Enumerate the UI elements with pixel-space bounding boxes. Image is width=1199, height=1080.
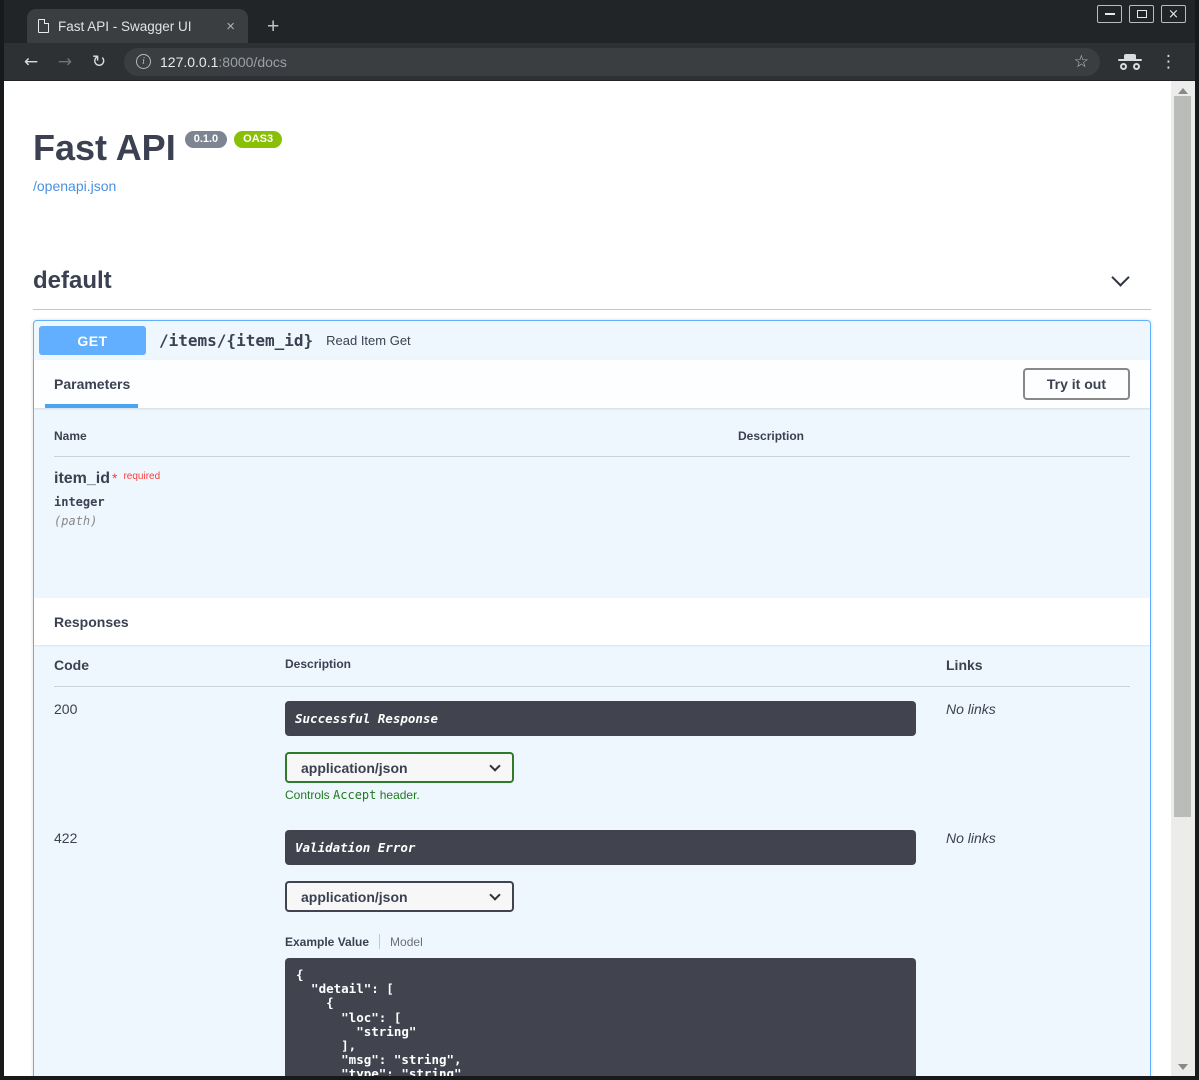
parameter-location: (path) — [54, 514, 1130, 528]
media-type-value: application/json — [301, 889, 408, 905]
column-header-name: Name — [54, 429, 738, 443]
media-type-select[interactable]: application/json — [285, 752, 514, 783]
close-icon: × — [1168, 8, 1179, 21]
url-text[interactable]: 127.0.0.1:8000/docs — [160, 54, 1065, 70]
column-header-links: Links — [946, 657, 1130, 673]
browser-toolbar: ← → ↻ i 127.0.0.1:8000/docs ☆ ⋮ — [4, 43, 1195, 81]
bookmark-star-icon[interactable]: ☆ — [1074, 52, 1089, 72]
parameter-row: item_id*required integer (path) — [54, 457, 1130, 528]
api-title: Fast API — [33, 130, 176, 166]
browser-tab[interactable]: Fast API - Swagger UI × — [27, 9, 248, 43]
example-json-text: { "detail": [ { "loc": [ "string" ], "ms… — [296, 968, 906, 1076]
tab-separator — [379, 934, 380, 949]
reload-button[interactable]: ↻ — [84, 47, 114, 77]
response-code: 200 — [54, 701, 285, 802]
column-header-description: Description — [285, 657, 946, 673]
tag-divider — [33, 309, 1151, 310]
response-row-422: 422 Validation Error application/json Ex… — [54, 816, 1130, 1076]
media-type-select[interactable]: application/json — [285, 881, 514, 912]
select-chevron-down-icon — [489, 889, 500, 900]
forward-button[interactable]: → — [50, 47, 80, 77]
model-example-tabs: Example Value Model — [285, 934, 946, 949]
minimize-button[interactable] — [1097, 5, 1122, 23]
parameter-type: integer — [54, 495, 1130, 509]
scroll-down-arrow[interactable] — [1171, 1059, 1195, 1074]
incognito-icon — [1118, 53, 1142, 71]
parameter-name: item_id — [54, 470, 110, 487]
browser-window: Fast API - Swagger UI × + × ← → ↻ i 127.… — [0, 0, 1199, 1080]
column-header-description: Description — [738, 429, 1130, 443]
required-label: required — [117, 471, 160, 482]
page-scrollbar[interactable] — [1171, 81, 1195, 1076]
parameters-section-header: Parameters Try it out — [34, 360, 1150, 408]
address-bar[interactable]: i 127.0.0.1:8000/docs ☆ — [124, 48, 1100, 76]
url-host: 127.0.0.1 — [160, 54, 218, 70]
response-code: 422 — [54, 830, 285, 1076]
operation-path: /items/{item_id} — [146, 331, 323, 350]
tab-title: Fast API - Swagger UI — [58, 19, 213, 34]
oas-badge: OAS3 — [234, 131, 282, 148]
close-button[interactable]: × — [1161, 5, 1186, 23]
swagger-page: Fast API 0.1.0 OAS3 /openapi.json defaul… — [33, 81, 1151, 1076]
response-links: No links — [946, 701, 1130, 802]
try-it-out-button[interactable]: Try it out — [1023, 368, 1130, 400]
responses-section-header: Responses — [34, 598, 1150, 645]
select-chevron-down-icon — [489, 760, 500, 771]
response-description-box: Successful Response — [285, 701, 916, 736]
maximize-icon — [1137, 10, 1147, 18]
openapi-spec-link[interactable]: /openapi.json — [33, 178, 116, 194]
page-viewport: Fast API 0.1.0 OAS3 /openapi.json defaul… — [4, 81, 1195, 1076]
http-method-button[interactable]: GET — [39, 326, 146, 355]
controls-accept-note: Controls Accept header. — [285, 788, 946, 802]
example-json-block: { "detail": [ { "loc": [ "string" ], "ms… — [285, 958, 916, 1076]
tag-section-header[interactable]: default — [33, 267, 1151, 295]
response-description-box: Validation Error — [285, 830, 916, 865]
column-header-code: Code — [54, 657, 285, 673]
active-tab-underline — [45, 404, 138, 408]
api-info: Fast API 0.1.0 OAS3 — [33, 130, 1151, 166]
operation-summary-text: Read Item Get — [323, 333, 411, 348]
window-controls: × — [1097, 5, 1186, 23]
site-info-icon[interactable]: i — [136, 54, 151, 69]
tab-example-value[interactable]: Example Value — [285, 935, 369, 949]
media-type-value: application/json — [301, 760, 408, 776]
maximize-button[interactable] — [1129, 5, 1154, 23]
tab-model[interactable]: Model — [390, 935, 423, 949]
operation-summary[interactable]: GET /items/{item_id} Read Item Get — [34, 321, 1150, 360]
get-operation-block: GET /items/{item_id} Read Item Get Param… — [33, 320, 1151, 1076]
new-tab-button[interactable]: + — [267, 16, 279, 37]
response-links: No links — [946, 830, 1130, 1076]
browser-menu-icon[interactable]: ⋮ — [1154, 52, 1183, 72]
tab-parameters[interactable]: Parameters — [54, 376, 130, 392]
parameters-table: Name Description item_id*required intege… — [34, 408, 1150, 598]
url-path: :8000/docs — [218, 54, 287, 70]
responses-title: Responses — [54, 614, 129, 630]
responses-table: Code Description Links 200 Successful Re… — [34, 645, 1150, 1076]
response-row-200: 200 Successful Response application/json… — [54, 687, 1130, 802]
minimize-icon — [1105, 13, 1115, 15]
tab-close-icon[interactable]: × — [222, 17, 239, 36]
scrollbar-thumb[interactable] — [1174, 96, 1191, 817]
version-badge: 0.1.0 — [185, 131, 227, 148]
back-button[interactable]: ← — [16, 47, 46, 77]
tag-name: default — [33, 267, 112, 295]
page-favicon-icon — [38, 19, 49, 33]
collapse-chevron-down-icon[interactable] — [1111, 268, 1129, 286]
browser-titlebar: Fast API - Swagger UI × + × — [4, 0, 1195, 43]
